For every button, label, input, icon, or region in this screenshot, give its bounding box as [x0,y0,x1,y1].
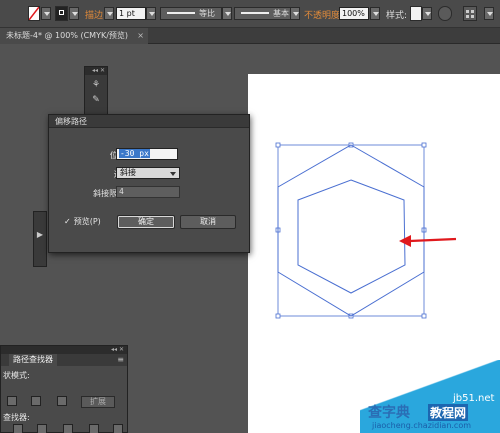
offset-value: -30 px [119,149,150,158]
no-fill-icon [29,7,39,20]
opacity-dropdown[interactable] [370,7,380,20]
fill-swatch[interactable] [28,6,40,21]
pathfinder-panel: ◂◂ ✕ 路径查找器 ≡ 状模式: 扩展 查找器: [0,345,128,433]
watermark-url: jiaocheng.chazidian.com [372,421,472,430]
align-dropdown[interactable] [484,7,494,20]
ok-button[interactable]: 确定 [117,215,175,229]
expand-button[interactable]: 扩展 [81,396,115,408]
stroke-weight-stepper[interactable] [104,7,114,20]
recolor-icon[interactable] [438,6,452,21]
align-icon[interactable] [463,6,477,21]
crop-icon[interactable] [89,424,99,433]
offset-field[interactable]: -30 px [116,148,178,160]
brush-tool-icon[interactable]: ✎ [89,95,103,105]
fill-dropdown[interactable] [41,7,51,20]
shape-modes-label: 状模式: [3,371,30,380]
close-tab-icon[interactable]: × [137,28,144,44]
join-select[interactable]: 斜接 [116,167,180,179]
profile-dropdown[interactable] [222,7,232,20]
intersect-icon[interactable] [57,396,67,406]
collapsed-panel-strip: ▶ [33,211,47,267]
graphic-style-dropdown[interactable] [422,7,432,20]
offset-path-dialog: 偏移路径 位移(O): -30 px 连接(J): 斜接 斜接限制(M): 4 … [48,114,250,253]
grid-icon [466,10,474,18]
brush-label: 基本 [273,9,289,18]
profile-line [167,12,195,14]
puppet-warp-icon[interactable]: ⚘ [89,80,103,90]
document-tab-bar: 未标题-4* @ 100% (CMYK/预览) × [0,28,500,44]
preview-checkbox[interactable]: ✓ 预览(P) [64,216,101,227]
minus-front-icon[interactable] [31,396,41,406]
opacity-label[interactable]: 不透明度 [304,8,340,21]
panel-header[interactable]: ◂◂ ✕ [1,346,127,354]
profile-label: 等比 [199,9,215,18]
stroke-dropdown[interactable] [69,7,79,20]
watermark-text-3: jb51.net [453,393,495,404]
style-label: 样式: [386,11,408,21]
graphic-style-swatch[interactable] [410,6,422,21]
watermark-text-2: 教程网 [428,404,469,421]
watermark-text-1: 查字典 [368,405,410,421]
stroke-label[interactable]: 描边 [85,8,103,21]
preview-label: 预览(P) [73,217,101,226]
tab-pathfinder[interactable]: 路径查找器 [9,354,57,366]
panel-tabs: 路径查找器 ≡ [1,354,127,366]
pathfinders-label: 查找器: [3,413,30,422]
brush-line [241,12,269,14]
panel-header[interactable]: ◂◂ ✕ [85,67,107,75]
stroke-swatch[interactable] [55,6,68,21]
checkmark-icon: ✓ [64,217,71,226]
document-tab-title: 未标题-4* @ 100% (CMYK/预览) [6,31,129,40]
unite-icon[interactable] [7,396,17,406]
brush-definition[interactable]: 基本 [234,7,292,20]
miter-limit-field[interactable]: 4 [116,186,180,198]
divide-icon[interactable] [13,424,23,433]
stroke-weight-field[interactable]: 1 pt [116,7,146,20]
trim-icon[interactable] [37,424,47,433]
play-icon[interactable]: ▶ [34,230,46,239]
control-bar: 描边 1 pt 等比 基本 不透明度 100% 样式: [0,0,500,28]
dialog-title[interactable]: 偏移路径 [49,115,249,128]
stroke-weight-dropdown[interactable] [146,7,156,20]
opacity-field[interactable]: 100% [339,7,369,20]
cancel-button[interactable]: 取消 [180,215,236,229]
merge-icon[interactable] [63,424,73,433]
document-tab[interactable]: 未标题-4* @ 100% (CMYK/预览) × [0,28,148,44]
outline-icon[interactable] [113,424,123,433]
brush-dropdown[interactable] [290,7,300,20]
panel-menu-icon[interactable]: ≡ [117,354,124,366]
stroke-icon [59,10,64,15]
variable-width-profile[interactable]: 等比 [160,7,222,20]
